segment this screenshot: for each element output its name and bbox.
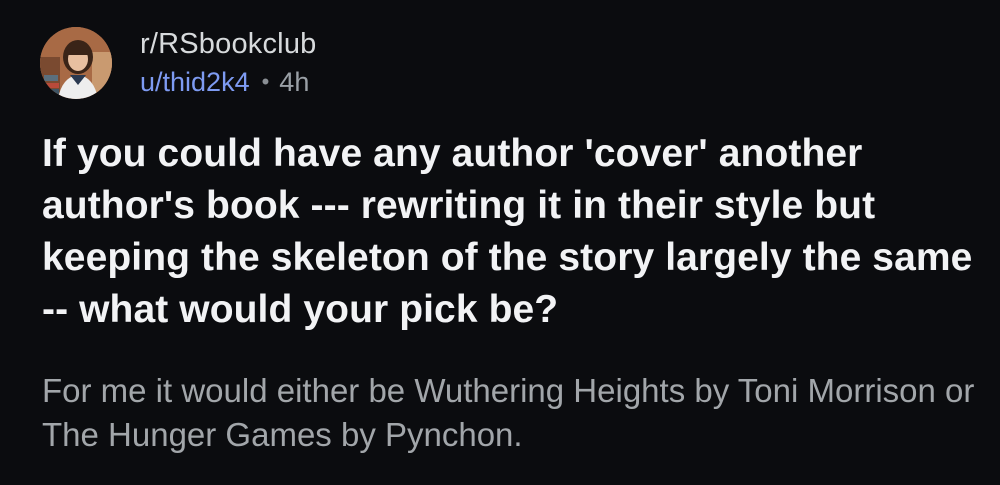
post-age: 4h (279, 67, 310, 97)
avatar[interactable] (40, 27, 112, 99)
post-body: For me it would either be Wuthering Heig… (42, 372, 975, 453)
user-avatar-icon (40, 27, 112, 99)
post-title[interactable]: If you could have any author 'cover' ano… (42, 128, 982, 336)
separator-dot: • (261, 69, 270, 94)
subreddit-link[interactable]: r/RSbookclub (140, 27, 317, 61)
post-header: r/RSbookclub u/thid2k4 • 4h (40, 21, 317, 105)
username-link[interactable]: u/thid2k4 (140, 65, 250, 99)
post-meta: r/RSbookclub u/thid2k4 • 4h (140, 27, 317, 99)
author-line: u/thid2k4 • 4h (140, 65, 317, 99)
post-card[interactable]: r/RSbookclub u/thid2k4 • 4h If you could… (0, 0, 1000, 485)
